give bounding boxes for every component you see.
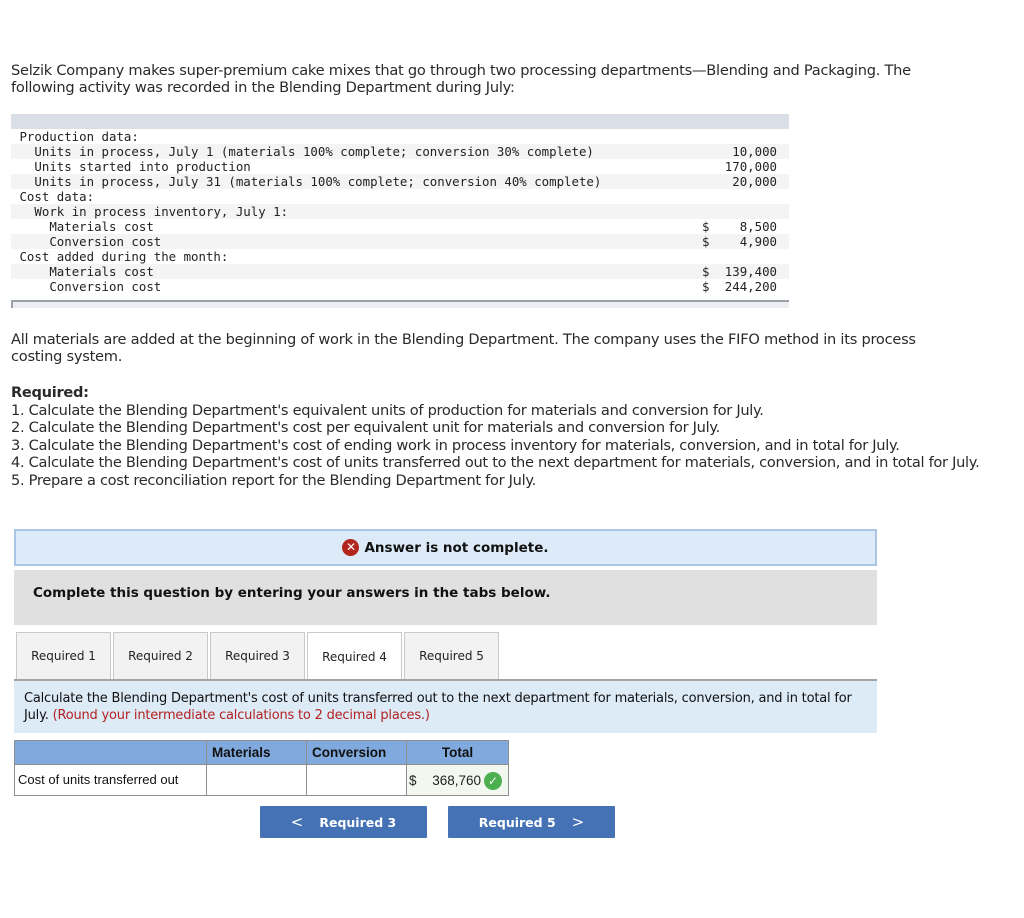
next-button-label: Required 5 [478,814,556,830]
required-tabs: Required 1 Required 2 Required 3 Require… [16,632,501,681]
required-item: 4. Calculate the Blending Department's c… [11,454,980,472]
data-table-row: Units started into production 170,000 [11,159,789,174]
data-row-value: 4,900 [739,234,777,249]
chevron-right-icon: > [571,813,585,831]
data-row-value: 8,500 [739,219,777,234]
data-row-dollar: $ [702,279,710,294]
method-paragraph: All materials are added at the beginning… [11,331,916,365]
data-row-label: Cost data: [19,189,95,204]
problem-intro: Selzik Company makes super-premium cake … [11,62,911,96]
dollar-sign: $ [409,773,417,788]
answer-table-header: Materials Conversion Total [14,740,509,765]
data-table-row: Work in process inventory, July 1: [11,204,789,219]
answer-table: Materials Conversion Total Cost of units… [14,740,509,796]
header-total: Total [406,740,509,765]
data-row-label: Units started into production [34,159,251,174]
required-item: 2. Calculate the Blending Department's c… [11,419,720,437]
given-data-table: Production data: Units in process, July 1… [11,114,789,308]
data-row-label: Work in process inventory, July 1: [34,204,289,219]
answer-status-text: Answer is not complete. [364,539,549,556]
tab-required-3[interactable]: Required 3 [210,632,305,680]
check-circle-icon: ✓ [484,772,502,790]
next-required-button[interactable]: Required 5 > [448,806,615,838]
data-table-row: Conversion cost $244,200 [11,279,789,294]
data-row-label: Cost added during the month: [19,249,229,264]
required-item: 1. Calculate the Blending Department's e… [11,401,764,419]
data-table-row: Cost data: [11,189,789,204]
data-row-label: Conversion cost [49,279,162,294]
tab-required-5[interactable]: Required 5 [404,632,499,680]
data-row-label: Conversion cost [49,234,162,249]
horizontal-scrollbar[interactable] [11,300,789,308]
data-row-value: 244,200 [724,279,777,294]
data-table-row: Materials cost $8,500 [11,219,789,234]
data-row-dollar: $ [702,264,710,279]
data-row-label: Materials cost [49,264,154,279]
header-conversion: Conversion [306,740,407,765]
data-row-value: 10,000 [732,144,777,159]
total-input[interactable]: $ 368,760 ✓ [406,764,509,796]
header-blank [14,740,207,765]
tab-required-1[interactable]: Required 1 [16,632,111,680]
total-value[interactable]: 368,760 [432,773,481,788]
data-row-label: Units in process, July 1 (materials 100%… [34,144,594,159]
data-table-row: Production data: [11,129,789,144]
chevron-left-icon: < [290,813,304,831]
data-row-dollar: $ [702,219,710,234]
data-row-value: 139,400 [724,264,777,279]
data-table-row: Cost added during the month: [11,249,789,264]
required-item: 5. Prepare a cost reconciliation report … [11,471,536,489]
answer-status-banner: ✕ Answer is not complete. [14,529,877,566]
data-row-label: Materials cost [49,219,154,234]
instruction-banner: Complete this question by entering your … [14,570,877,625]
rounding-note: (Round your intermediate calculations to… [52,708,430,723]
tab-required-4[interactable]: Required 4 [307,632,402,681]
tab-panel-question: Calculate the Blending Department's cost… [14,679,877,733]
required-heading: Required: [11,384,89,401]
prev-button-label: Required 3 [319,814,397,830]
data-table-row: Conversion cost $4,900 [11,234,789,249]
data-table-row: Units in process, July 1 (materials 100%… [11,144,789,159]
data-row-value: 20,000 [732,174,777,189]
data-table-header-bar [11,114,789,129]
data-row-label: Production data: [19,129,139,144]
header-materials: Materials [206,740,307,765]
x-circle-icon: ✕ [342,539,360,556]
conversion-input[interactable] [306,764,407,796]
data-table-row: Units in process, July 31 (materials 100… [11,174,789,189]
prev-required-button[interactable]: < Required 3 [260,806,427,838]
table-row: Cost of units transferred out $ 368,760 … [14,764,509,796]
data-row-value: 170,000 [724,159,777,174]
required-section: Required: 1. Calculate the Blending Depa… [11,384,991,490]
materials-input[interactable] [206,764,307,796]
required-item: 3. Calculate the Blending Department's c… [11,436,900,454]
data-row-label: Units in process, July 31 (materials 100… [34,174,602,189]
tab-required-2[interactable]: Required 2 [113,632,208,680]
data-table-row: Materials cost $139,400 [11,264,789,279]
row-label-cost-transferred-out: Cost of units transferred out [14,764,207,796]
data-row-dollar: $ [702,234,710,249]
